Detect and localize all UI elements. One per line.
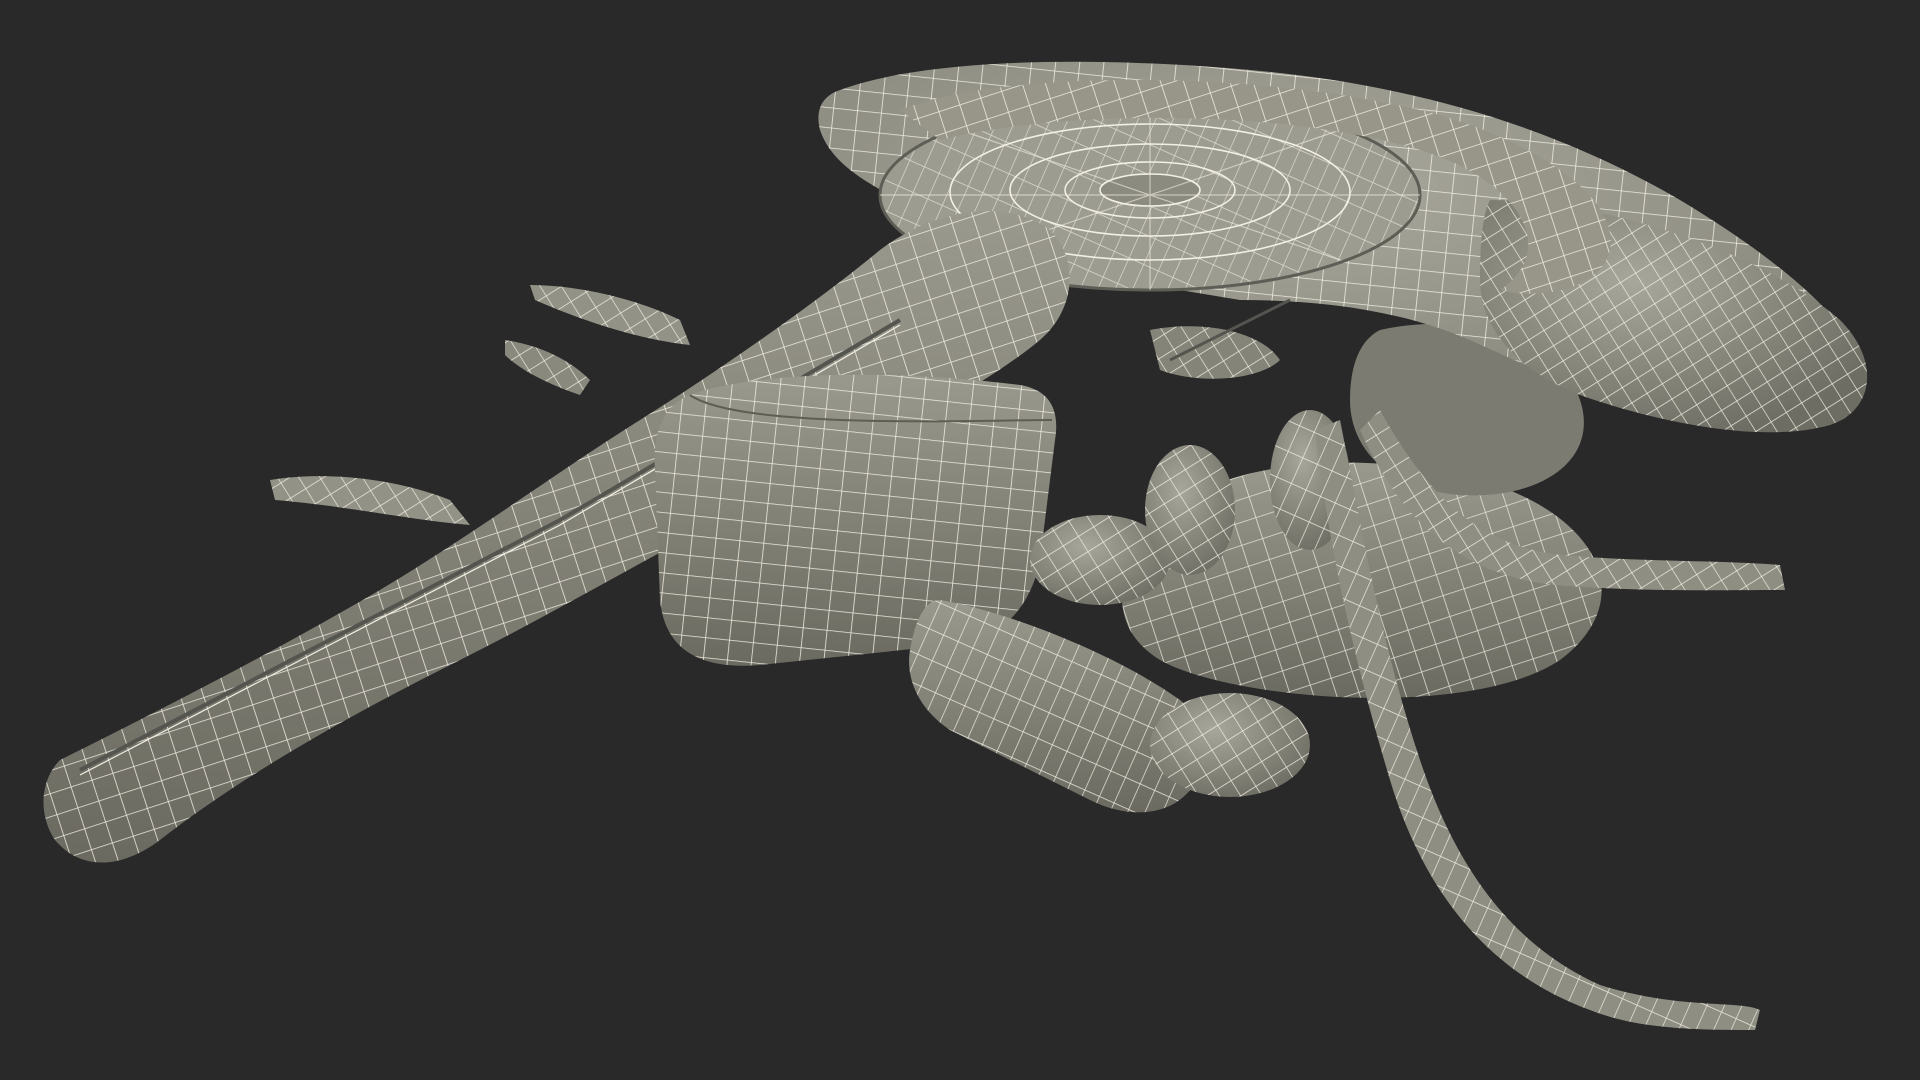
thalamus-ridges <box>1150 298 1291 379</box>
end-bulb <box>1150 693 1310 797</box>
wireframe-model <box>43 61 1868 1030</box>
render-viewport <box>0 0 1920 1080</box>
mammillary-bulb-right <box>1145 445 1235 575</box>
